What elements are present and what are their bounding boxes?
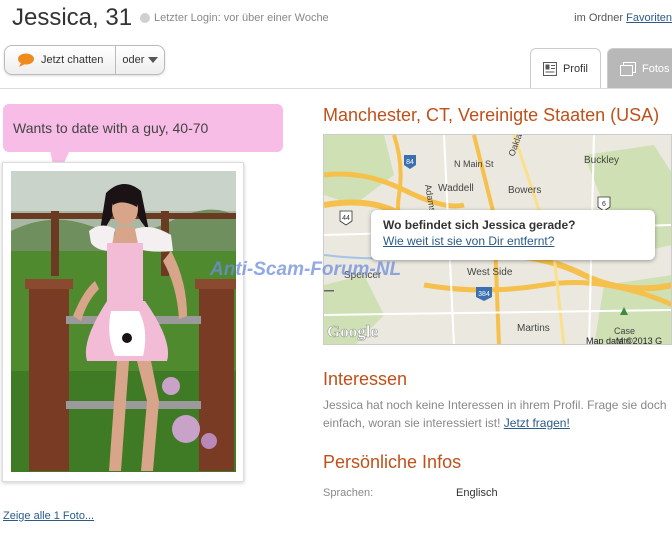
dating-wish-bubble: Wants to date with a guy, 40-70 [3,104,283,152]
map-popup-title: Wo befindet sich Jessica gerade? [383,218,576,232]
login-status-text: Letzter Login: vor über einer Woche [154,12,329,24]
languages-value: Englisch [456,487,498,499]
map-route-84: 84 [406,159,414,166]
chat-now-label: Jetzt chatten [41,54,104,66]
tab-profile[interactable]: Profil [530,48,601,89]
or-dropdown[interactable]: oder [116,46,164,74]
tab-profile-label: Profil [562,63,588,75]
languages-label: Sprachen: [323,487,374,499]
login-status: Letzter Login: vor über einer Woche [140,12,329,24]
profile-tabs: Profil Fotos [530,48,672,89]
profile-photo-frame [2,162,244,482]
map-label-west-side: West Side [467,267,513,278]
profile-name-age: Jessica, 31 [12,4,133,31]
header-divider [0,88,672,89]
map-label-waddell: Waddell [438,183,474,194]
online-status-dot [140,13,150,23]
map-route-6: 6 [602,201,606,208]
personal-info-title: Persönliche Infos [323,452,462,472]
interests-message: Jessica hat noch keine Interessen in ihr… [323,398,667,430]
chat-action-group: Jetzt chatten oder [4,45,166,75]
map-label-bowers: Bowers [508,185,541,196]
profile-icon [543,62,557,76]
distance-link[interactable]: Wie weit ist sie von Dir entfernt? [383,234,655,248]
map-route-384: 384 [478,291,490,298]
or-label: oder [122,54,145,66]
map-label-case: Case [614,326,635,336]
folder-info: im Ordner Favoriten [574,12,672,24]
folder-prefix: im Ordner [574,12,624,24]
tab-photos-label: Fotos [642,63,670,75]
chevron-down-icon [148,57,159,63]
map-label-spencer: Spencer [344,270,382,281]
folder-link[interactable]: Favoriten [626,12,672,24]
profile-photo[interactable] [11,171,236,472]
chat-now-button[interactable]: Jetzt chatten [5,46,117,74]
map-label-buckley: Buckley [584,155,619,166]
map-label-martins: Martins [517,323,550,334]
ask-now-link[interactable]: Jetzt fragen! [504,416,570,430]
map-location-popup: Wo befindet sich Jessica gerade? Wie wei… [371,210,655,260]
photos-icon [620,62,636,76]
profile-photo-illustration [11,171,236,472]
chat-bubble-icon [18,53,34,67]
interests-title: Interessen [323,369,408,389]
map-route-44-west: 44 [342,215,350,222]
google-logo: Google [327,322,378,341]
location-title: Manchester, CT, Vereinigte Staaten (USA) [323,105,660,125]
map-copyright: Map data ©2013 G [586,336,662,345]
interests-text: Jessica hat noch keine Interessen in ihr… [323,396,672,432]
map-label-n-main-st: N Main St [454,159,494,169]
dating-wish-text: Wants to date with a guy, 40-70 [13,120,209,136]
tab-photos[interactable]: Fotos [607,48,672,89]
show-all-photos-link[interactable]: Zeige alle 1 Foto... [3,510,94,522]
